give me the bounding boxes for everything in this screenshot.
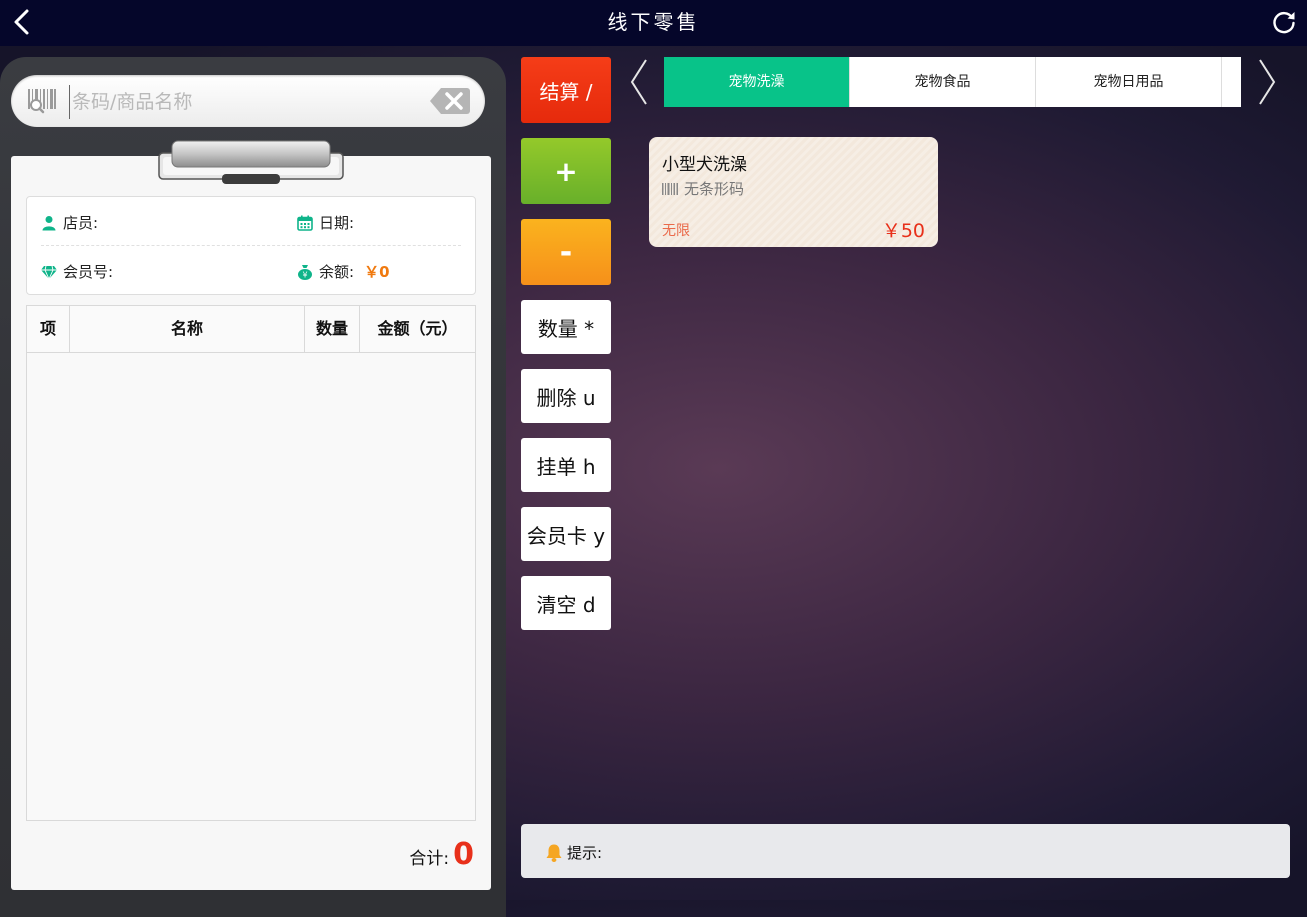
column-header-index: 项	[27, 306, 70, 352]
quantity-button[interactable]: 数量 *	[521, 300, 611, 354]
product-price: ￥50	[881, 220, 925, 242]
search-box	[11, 75, 485, 127]
order-items-table: 项 名称 数量 金额（元）	[26, 305, 476, 821]
date-label: 日期:	[319, 214, 355, 232]
product-card[interactable]: 小型犬洗澡 无条形码 无限 ￥50	[649, 137, 938, 247]
page-title: 线下零售	[607, 10, 700, 34]
order-panel: 店员: 日期:	[0, 57, 506, 917]
clear-all-button[interactable]: 清空 d	[521, 576, 611, 630]
search-input[interactable]	[69, 85, 424, 119]
column-header-quantity: 数量	[305, 306, 360, 352]
barcode-icon	[662, 182, 678, 195]
balance-field: ¥ 余额: ￥0	[297, 261, 390, 282]
product-code-text: 无条形码	[684, 180, 745, 198]
diamond-icon	[41, 265, 57, 280]
tip-label: 提示:	[567, 844, 603, 862]
decrease-button[interactable]: -	[521, 219, 611, 285]
category-next-arrow-icon[interactable]	[1252, 57, 1282, 107]
total-label: 合计:	[409, 849, 450, 869]
order-total: 合计: 0	[409, 837, 474, 872]
checkout-button[interactable]: 结算 /	[521, 57, 611, 123]
order-info-card: 店员: 日期: 会员号: ¥ 余额: ￥0	[26, 196, 476, 295]
tab-pet-supplies[interactable]: 宠物日用品	[1036, 57, 1222, 107]
money-bag-icon: ¥	[298, 264, 312, 280]
column-header-name: 名称	[70, 306, 305, 352]
backspace-clear-icon[interactable]	[429, 87, 471, 115]
table-header: 项 名称 数量 金额（元）	[27, 306, 475, 353]
increase-button[interactable]: +	[521, 138, 611, 204]
svg-text:¥: ¥	[302, 270, 307, 279]
clipboard-clip	[158, 140, 344, 184]
barcode-search-icon	[28, 89, 56, 114]
member-field: 会员号:	[41, 261, 119, 282]
table-body	[27, 353, 475, 820]
bell-icon	[546, 844, 562, 862]
member-card-button[interactable]: 会员卡 y	[521, 507, 611, 561]
product-name: 小型犬洗澡	[662, 155, 747, 175]
total-value: 0	[453, 837, 474, 872]
column-header-amount: 金额（元）	[377, 319, 458, 338]
tab-pet-bath[interactable]: 宠物洗澡	[664, 57, 850, 107]
top-bar: 线下零售	[0, 0, 1307, 46]
balance-label: 余额:	[319, 263, 355, 281]
hang-order-button[interactable]: 挂单 h	[521, 438, 611, 492]
tab-pet-food[interactable]: 宠物食品	[850, 57, 1036, 107]
product-stock: 无限	[662, 223, 690, 239]
tip-bar: 提示:	[521, 824, 1290, 878]
delete-button[interactable]: 删除 u	[521, 369, 611, 423]
clerk-field: 店员:	[41, 212, 104, 233]
member-label: 会员号:	[63, 263, 114, 281]
user-icon	[42, 215, 56, 230]
category-prev-arrow-icon[interactable]	[626, 57, 656, 107]
calendar-icon	[297, 215, 313, 231]
refresh-icon[interactable]	[1271, 9, 1297, 35]
product-barcode: 无条形码	[662, 178, 744, 199]
clerk-label: 店员:	[63, 214, 99, 232]
category-tabs: 宠物洗澡 宠物食品 宠物日用品	[664, 57, 1241, 107]
date-field: 日期:	[297, 212, 360, 233]
balance-value: ￥0	[364, 263, 390, 281]
